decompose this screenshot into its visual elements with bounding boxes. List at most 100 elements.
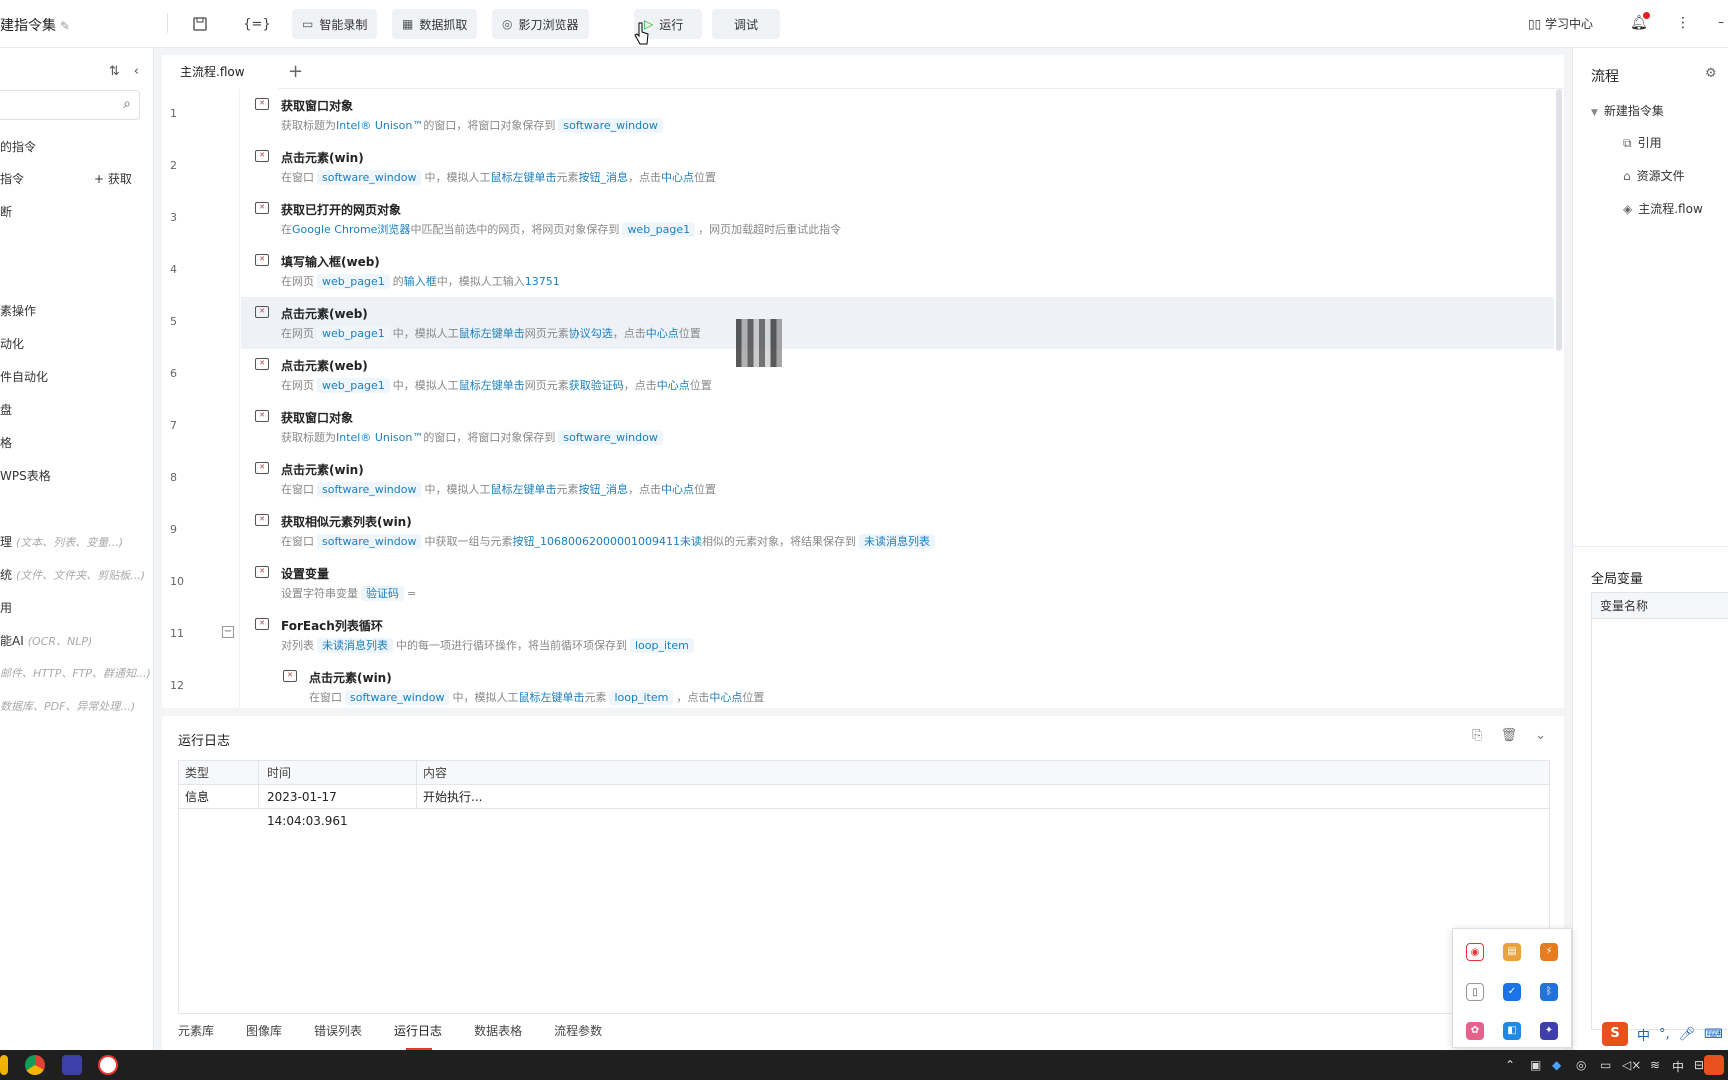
project-title[interactable]: 建指令集 ✎: [0, 15, 70, 35]
table-row[interactable]: 信息 2023-01-17 14:04:03.961 开始执行...: [179, 785, 1549, 828]
variable-chip[interactable]: web_page1: [622, 222, 696, 237]
tray-icon[interactable]: ◆: [1552, 1058, 1561, 1072]
tree-item-reference[interactable]: ⧉ 引用: [1623, 134, 1662, 151]
category-item[interactable]: 件自动化: [0, 368, 48, 385]
variable-chip[interactable]: 未读消息列表: [317, 638, 393, 653]
volume-icon[interactable]: ◁×: [1622, 1058, 1641, 1072]
flow-step-row[interactable]: ✕ 点击元素(win) 在窗口 software_window 中，模拟人工鼠标左键单击…: [241, 141, 1554, 193]
param-link[interactable]: 鼠标左键单击: [490, 483, 556, 496]
export-icon[interactable]: ⎘: [1472, 728, 1482, 743]
tree-item-main-flow[interactable]: ◈ 主流程.flow: [1623, 200, 1703, 217]
tray-icon[interactable]: ▣: [1530, 1058, 1541, 1072]
flow-step-row[interactable]: ✕ ForEach列表循环 对列表 未读消息列表 中的每一项进行循环操作，将当前循环项保…: [241, 609, 1554, 661]
flow-step-row[interactable]: ✕ 点击元素(win) 在窗口 software_window 中，模拟人工鼠标左键单击…: [269, 661, 1554, 708]
variable-chip[interactable]: 验证码: [361, 586, 404, 601]
param-link[interactable]: Google Chrome浏览器: [292, 223, 410, 236]
param-link[interactable]: 中心点: [709, 691, 742, 704]
get-command-button[interactable]: + 获取: [94, 170, 132, 187]
param-link[interactable]: 中心点: [661, 483, 694, 496]
category-item[interactable]: 动化: [0, 335, 24, 352]
flow-step-row[interactable]: ✕ 设置变量 设置字符串变量 验证码 =: [241, 557, 1554, 609]
chrome-taskbar-icon[interactable]: [25, 1055, 45, 1075]
param-link[interactable]: 鼠标左键单击: [490, 171, 556, 184]
sogou-taskbar-icon[interactable]: [1704, 1055, 1724, 1075]
command-search-input[interactable]: ⌕: [0, 90, 140, 120]
category-item[interactable]: 格: [0, 434, 12, 451]
variable-chip[interactable]: software_window: [345, 690, 450, 705]
usb-icon[interactable]: ▯: [1466, 983, 1484, 1001]
param-link[interactable]: 中心点: [661, 171, 694, 184]
chevron-down-icon[interactable]: ⌄: [1535, 728, 1546, 743]
category-item[interactable]: 邮件、HTTP、FTP、群通知...): [0, 665, 151, 681]
tree-item-resources[interactable]: ⌂ 资源文件: [1623, 167, 1685, 184]
category-item[interactable]: 断: [0, 203, 12, 220]
param-link[interactable]: 鼠标左键单击: [459, 327, 525, 340]
minimize-icon[interactable]: –: [1718, 15, 1724, 29]
save-icon[interactable]: [187, 12, 213, 36]
data-capture-button[interactable]: ▦ 数据抓取: [392, 9, 478, 39]
ime-lang-indicator[interactable]: 中: [1637, 1025, 1650, 1044]
microphone-icon[interactable]: 🎤︎: [1679, 1027, 1696, 1042]
variable-chip[interactable]: loop_item: [630, 638, 694, 653]
param-link[interactable]: 鼠标左键单击: [459, 379, 525, 392]
param-link[interactable]: 鼠标左键单击: [518, 691, 584, 704]
tab-data-table[interactable]: 数据表格: [474, 1022, 522, 1039]
variable-chip[interactable]: web_page1: [317, 274, 390, 289]
param-link[interactable]: 中心点: [657, 379, 690, 392]
tab-images[interactable]: 图像库: [246, 1022, 282, 1039]
wifi-icon[interactable]: ≋: [1650, 1058, 1660, 1072]
app-tray-icon[interactable]: ✿: [1466, 1022, 1484, 1040]
tab-errors[interactable]: 错误列表: [314, 1022, 362, 1039]
variable-chip[interactable]: software_window: [317, 170, 422, 185]
edit-icon[interactable]: ✎: [60, 19, 70, 33]
category-item[interactable]: 盘: [0, 401, 12, 418]
flow-step-row[interactable]: ✕ 获取相似元素列表(win) 在窗口 software_window 中获取一组与元素…: [241, 505, 1554, 557]
sogou-icon[interactable]: S: [1602, 1022, 1628, 1046]
param-link[interactable]: 按钮_消息: [578, 171, 628, 184]
category-item[interactable]: 理 (文本、列表、变量...): [0, 533, 123, 550]
param-link[interactable]: 输入框: [404, 275, 437, 288]
browser-button[interactable]: ◎ 影刀浏览器: [492, 9, 589, 39]
variable-chip[interactable]: software_window: [317, 534, 422, 549]
battery-icon[interactable]: ▭: [1600, 1058, 1611, 1072]
bluetooth-icon[interactable]: ᛒ: [1540, 983, 1558, 1001]
variable-chip[interactable]: web_page1: [317, 378, 390, 393]
show-hidden-icons[interactable]: ⌃: [1505, 1058, 1515, 1072]
variable-chip[interactable]: software_window: [317, 482, 422, 497]
variable-chip[interactable]: software_window: [558, 430, 663, 445]
flow-step-row[interactable]: ✕ 点击元素(win) 在窗口 software_window 中，模拟人工鼠标左键单击…: [241, 453, 1554, 505]
learning-center-link[interactable]: ▯▯ 学习中心: [1528, 15, 1593, 32]
variable-chip[interactable]: loop_item: [609, 690, 674, 705]
search-icon[interactable]: ⌕: [123, 96, 131, 112]
flow-step-row[interactable]: ✕ 获取已打开的网页对象 在Google Chrome浏览器中匹配当前选中的网页，将…: [241, 193, 1554, 245]
flow-step-row[interactable]: ✕ 点击元素(web) 在网页 web_page1 中，模拟人工鼠标左键单击网页元素获取…: [241, 349, 1554, 401]
category-item[interactable]: WPS表格: [0, 467, 51, 484]
param-link[interactable]: 按钮_消息: [578, 483, 628, 496]
app-tray-icon[interactable]: ⚡: [1540, 943, 1558, 961]
app-tray-icon[interactable]: ◉: [1466, 943, 1484, 961]
unison-taskbar-icon[interactable]: [62, 1055, 82, 1075]
ime-taskbar-indicator[interactable]: 中: [1672, 1058, 1684, 1075]
param-link[interactable]: 13751: [525, 275, 560, 288]
folder-taskbar-icon[interactable]: [0, 1055, 8, 1075]
tray-icon[interactable]: ◎: [1576, 1058, 1586, 1072]
category-item[interactable]: 统 (文件、文件夹、剪贴板...): [0, 566, 145, 583]
rpa-taskbar-icon[interactable]: [98, 1055, 118, 1075]
category-item[interactable]: 数据库、PDF、异常处理...): [0, 698, 135, 714]
editor-scrollbar[interactable]: [1556, 89, 1562, 351]
tree-root[interactable]: ▼ 新建指令集: [1591, 102, 1664, 119]
debug-button[interactable]: 调试: [712, 9, 780, 39]
variable-chip[interactable]: web_page1: [317, 326, 390, 341]
more-icon[interactable]: ⋮: [1676, 15, 1690, 31]
category-item[interactable]: 指令: [0, 170, 24, 187]
tab-flow-params[interactable]: 流程参数: [554, 1022, 602, 1039]
collapse-panel-icon[interactable]: ‹: [134, 64, 139, 79]
trash-icon[interactable]: 🗑︎: [1501, 728, 1518, 743]
category-item[interactable]: 能AI (OCR、NLP): [0, 632, 92, 649]
flow-step-row[interactable]: ✕ 填写输入框(web) 在网页 web_page1 的输入框中，模拟人工输入13751: [241, 245, 1554, 297]
app-tray-icon[interactable]: ✦: [1540, 1022, 1558, 1040]
tray-icon[interactable]: ⊟: [1694, 1058, 1704, 1072]
tab-elements[interactable]: 元素库: [178, 1022, 214, 1039]
param-link[interactable]: 协议勾选: [569, 327, 613, 340]
sort-icon[interactable]: ⇅: [109, 64, 120, 79]
